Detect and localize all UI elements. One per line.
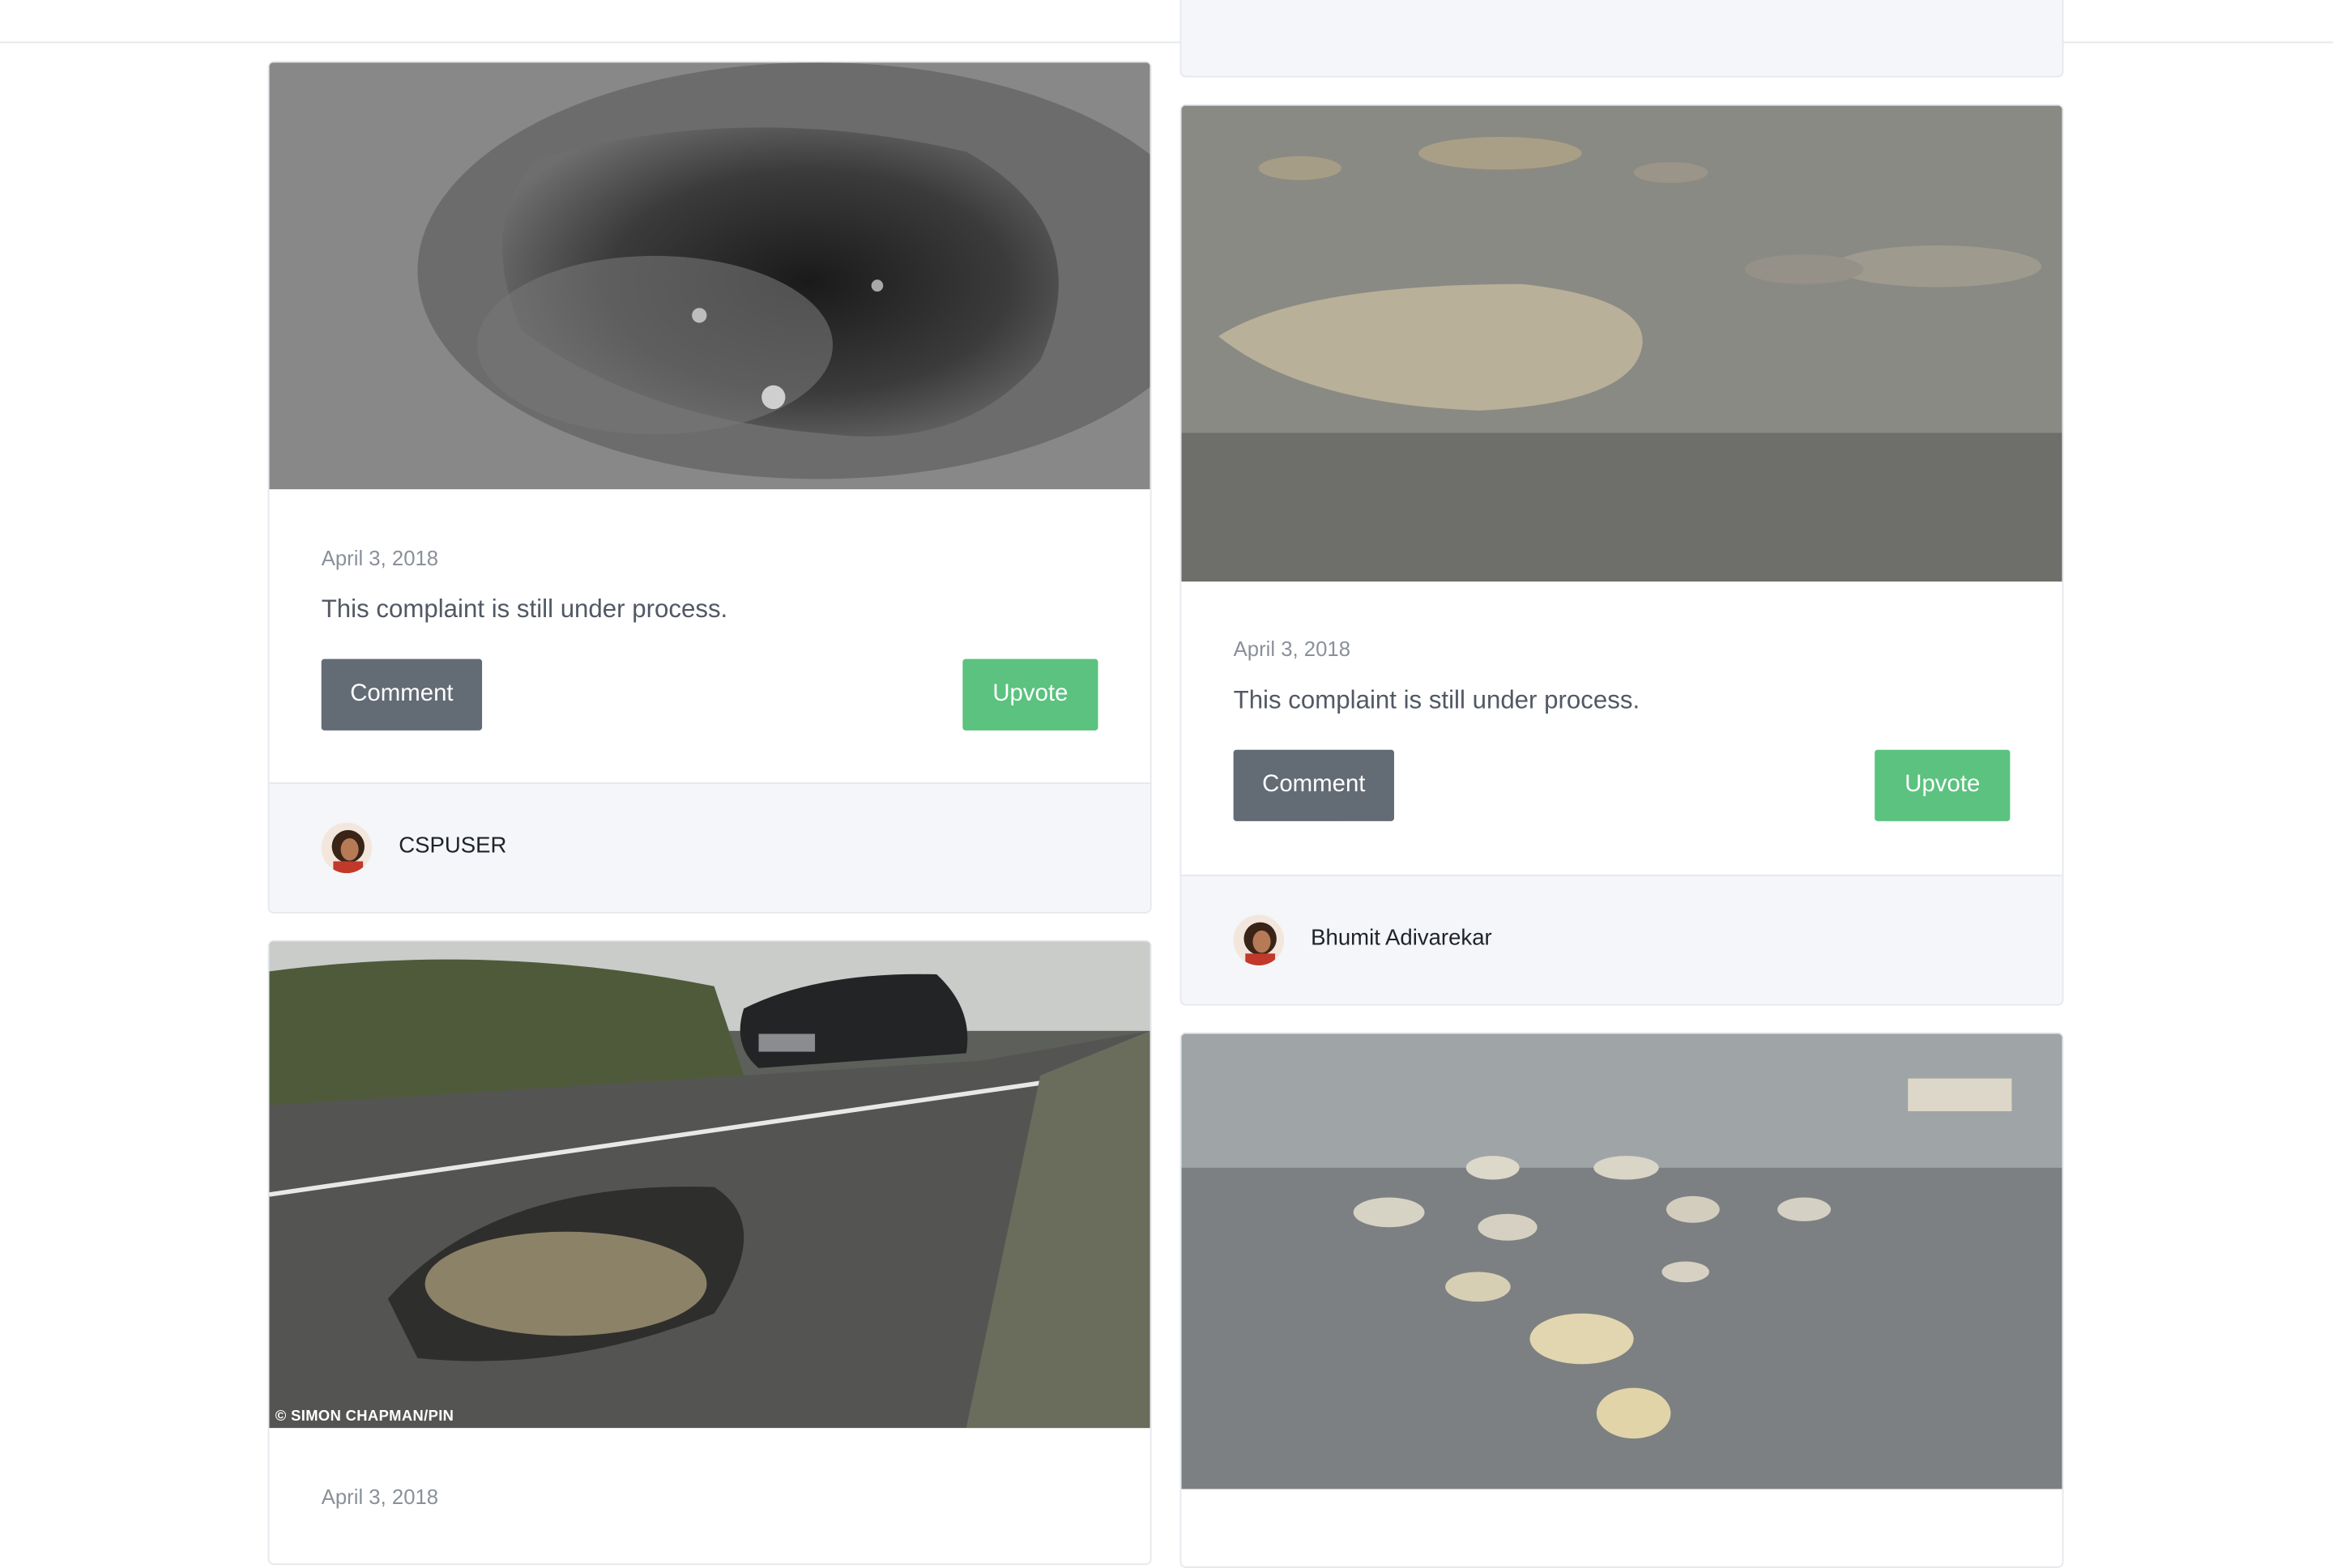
upvote-button[interactable]: Upvote [962,658,1098,731]
comment-button[interactable]: Comment [1233,749,1394,821]
post-message: This complaint is still under process. [321,594,728,624]
post-date: April 3, 2018 [321,1485,439,1509]
post-card: © SIMON CHAPMAN/PIN April 3, 2018 [267,940,1152,1566]
photo-credit: © SIMON CHAPMAN/PIN [275,1408,454,1425]
username[interactable]: Bhumit Adivarekar [1311,925,1492,950]
post-message: This complaint is still under process. [1233,685,1640,714]
username[interactable]: CSPUSER [399,833,506,859]
pothole-photo [269,62,1150,490]
pothole-photo [1181,105,2062,582]
post-date: April 3, 2018 [321,546,439,570]
post-date: April 3, 2018 [1233,637,1351,661]
comment-button[interactable]: Comment [321,658,483,731]
user-avatar [321,822,373,874]
post-card [1179,1032,2064,1568]
post-card-partial [1179,0,2064,78]
post-footer: Bhumit Adivarekar [1181,874,2062,1004]
upvote-button[interactable]: Upvote [1875,749,2011,821]
road-pothole-photo: © SIMON CHAPMAN/PIN [269,941,1150,1429]
pothole-photo [1181,1033,2062,1489]
user-avatar [1233,914,1285,966]
post-card: April 3, 2018 This complaint is still un… [1179,104,2064,1006]
page: April 3, 2018 This complaint is still un… [0,0,2333,1568]
post-footer: CSPUSER [269,782,1150,912]
post-card: April 3, 2018 This complaint is still un… [267,61,1152,914]
